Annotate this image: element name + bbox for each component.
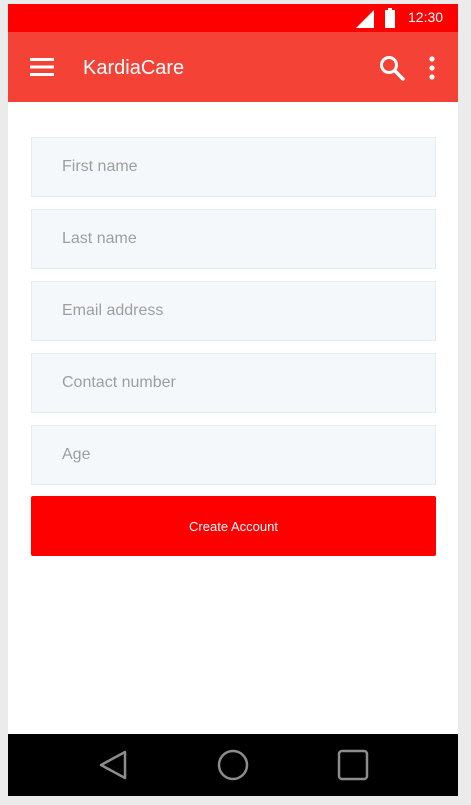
hamburger-menu-icon[interactable] bbox=[28, 55, 56, 79]
recents-square-icon[interactable] bbox=[336, 748, 370, 782]
more-vert-icon[interactable] bbox=[422, 54, 442, 82]
create-account-form: Create Account bbox=[31, 137, 436, 556]
app-bar: KardiaCare bbox=[8, 32, 458, 102]
create-account-button[interactable]: Create Account bbox=[31, 496, 436, 556]
email-address-input[interactable] bbox=[31, 281, 436, 341]
age-input[interactable] bbox=[31, 425, 436, 485]
app-title: KardiaCare bbox=[83, 57, 185, 79]
home-circle-icon[interactable] bbox=[216, 748, 250, 782]
first-name-input[interactable] bbox=[31, 137, 436, 197]
contact-number-input[interactable] bbox=[31, 353, 436, 413]
back-triangle-icon[interactable] bbox=[96, 748, 130, 782]
phone-screen: 12:30 KardiaCare Create Account bbox=[8, 4, 458, 796]
last-name-input[interactable] bbox=[31, 209, 436, 269]
status-time: 12:30 bbox=[408, 9, 444, 25]
search-icon[interactable] bbox=[378, 54, 406, 82]
status-bar: 12:30 bbox=[8, 4, 458, 32]
system-nav-bar bbox=[8, 734, 458, 796]
battery-icon bbox=[385, 8, 395, 28]
signal-icon bbox=[356, 10, 374, 28]
